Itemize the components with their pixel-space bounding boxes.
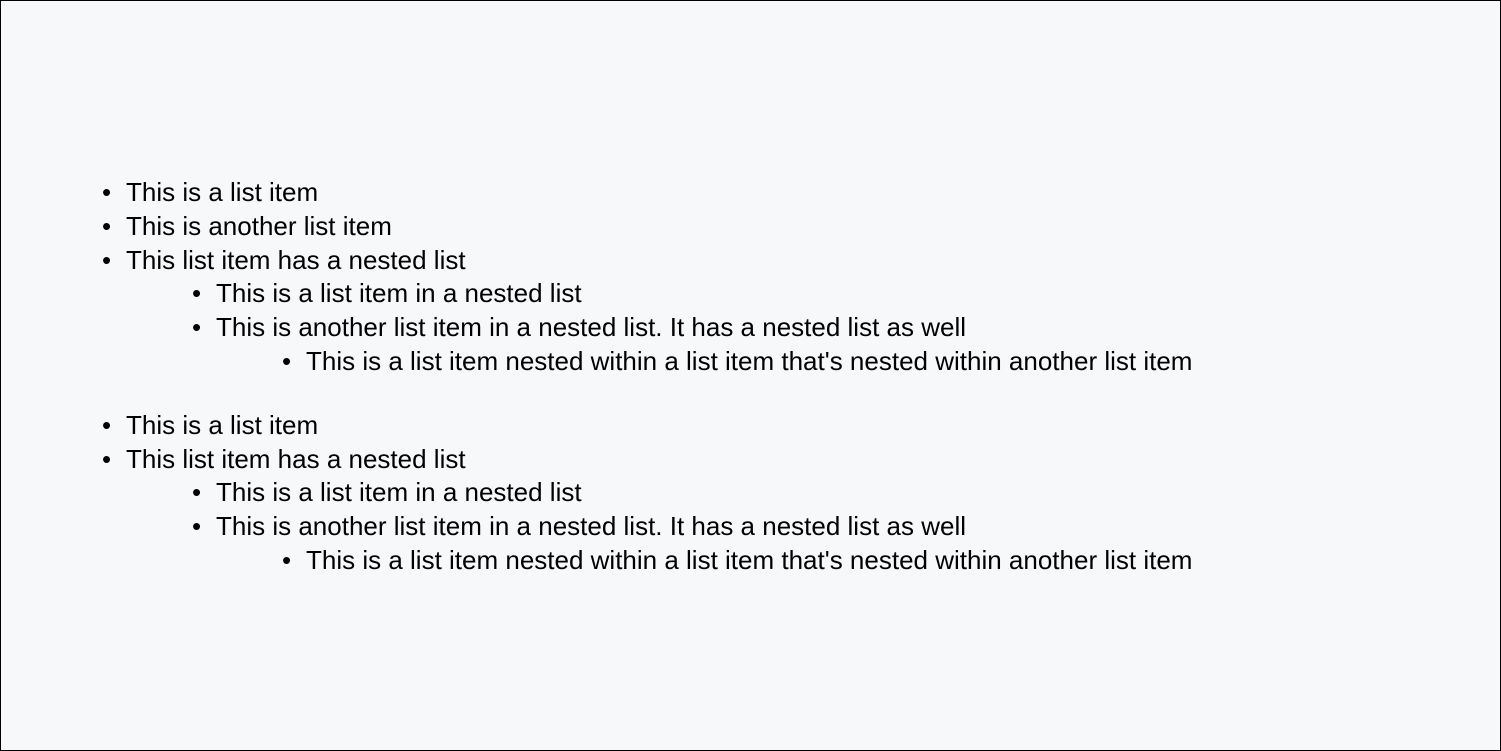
- list-item-text: This is another list item in a nested li…: [216, 511, 966, 541]
- list-item-text: This is another list item in a nested li…: [216, 312, 966, 342]
- list-item-text: This is a list item: [126, 410, 318, 440]
- list-block-1: This is a list item This is another list…: [96, 176, 1460, 379]
- list-item: This is another list item in a nested li…: [186, 510, 1460, 578]
- nested-bullet-list: This is a list item in a nested list Thi…: [186, 476, 1460, 577]
- list-item-text: This is a list item: [126, 177, 318, 207]
- nested-bullet-list: This is a list item nested within a list…: [276, 345, 1460, 379]
- list-item-text: This is another list item: [126, 211, 392, 241]
- list-item-text: This is a list item nested within a list…: [306, 346, 1192, 376]
- list-item-text: This is a list item in a nested list: [216, 477, 582, 507]
- list-item: This is another list item in a nested li…: [186, 311, 1460, 379]
- list-item-text: This list item has a nested list: [126, 444, 466, 474]
- list-item: This is a list item: [96, 176, 1460, 210]
- nested-bullet-list: This is a list item nested within a list…: [276, 544, 1460, 578]
- list-item: This list item has a nested list This is…: [96, 244, 1460, 379]
- nested-bullet-list: This is a list item in a nested list Thi…: [186, 277, 1460, 378]
- list-item-text: This list item has a nested list: [126, 245, 466, 275]
- list-item-text: This is a list item in a nested list: [216, 278, 582, 308]
- bullet-list: This is a list item This is another list…: [96, 176, 1460, 379]
- list-item: This is a list item nested within a list…: [276, 345, 1460, 379]
- list-item: This is a list item nested within a list…: [276, 544, 1460, 578]
- bullet-list: This is a list item This list item has a…: [96, 409, 1460, 578]
- list-item: This is another list item: [96, 210, 1460, 244]
- list-item: This is a list item in a nested list: [186, 277, 1460, 311]
- list-block-2: This is a list item This list item has a…: [96, 409, 1460, 578]
- list-item: This is a list item in a nested list: [186, 476, 1460, 510]
- list-item-text: This is a list item nested within a list…: [306, 545, 1192, 575]
- list-item: This is a list item: [96, 409, 1460, 443]
- list-item: This list item has a nested list This is…: [96, 443, 1460, 578]
